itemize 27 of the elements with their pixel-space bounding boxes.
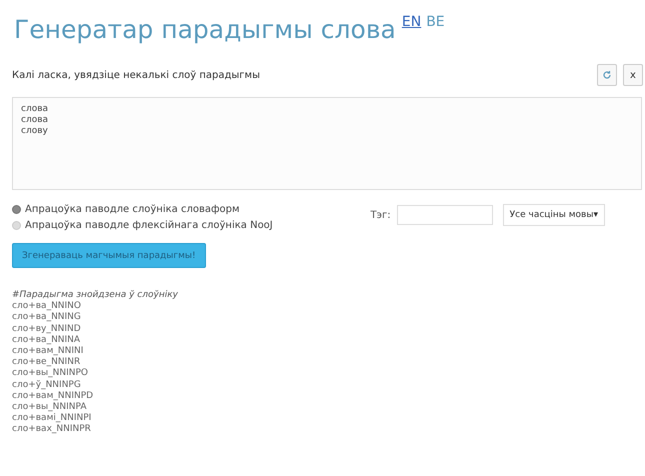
option-label: Апрацоўка паводле слоўніка словаформ	[25, 204, 240, 215]
clear-button[interactable]: x	[623, 64, 643, 86]
words-field[interactable]: слова слова слову	[12, 97, 642, 190]
result-line: сло+вах_NNINPR	[12, 424, 92, 436]
result-line: сло+вам_NNINI	[12, 346, 84, 358]
instruction-text: Калі ласка, увядзіце некалькі слоў парадыгмы	[12, 70, 260, 80]
result-line: сло+вам_NNINPD	[12, 390, 94, 402]
part-of-speech-select[interactable]: Усе часціны мовы▾	[502, 204, 605, 226]
result-line: сло+ва_NNINA	[12, 334, 82, 346]
tag-field[interactable]	[396, 205, 493, 225]
refresh-icon	[602, 70, 612, 80]
result-line: сло+ў_NNINPG	[12, 380, 82, 391]
result-line: сло+вы_NNINPA	[12, 402, 88, 413]
radio-button[interactable]	[12, 221, 21, 230]
result-line: сло+ве_NNINR	[12, 357, 82, 368]
result-line: сло+вамі_NNINPI	[12, 413, 92, 424]
page-title: Генератар парадыгмы слова	[14, 14, 396, 46]
refresh-button[interactable]	[597, 64, 617, 86]
radio-button[interactable]	[12, 205, 21, 214]
results-heading: #Парадыгма знойдзена ў слоўніку	[12, 290, 179, 301]
language-link[interactable]: EN	[402, 14, 422, 30]
result-line: сло+вы_NNINPO	[12, 368, 90, 380]
result-line: сло+ву_NNIND	[12, 324, 82, 335]
result-line: сло+ва_NNINO	[12, 301, 82, 312]
option-label: Апрацоўка паводле флексійнага слоўніка NooJ	[25, 220, 273, 231]
result-line: сло+ва_NNING	[12, 312, 82, 324]
tag-label: Тэг:	[370, 210, 391, 220]
